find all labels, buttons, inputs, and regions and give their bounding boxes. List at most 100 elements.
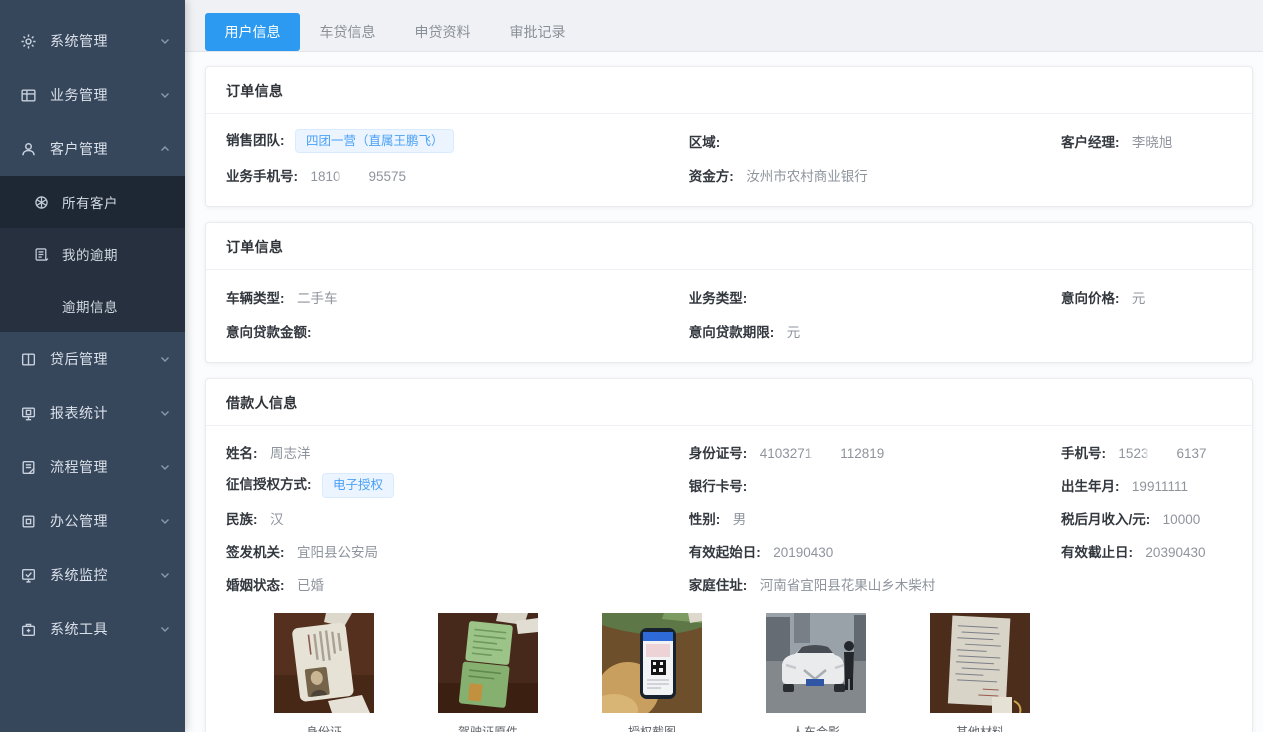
tab-car-loan-info[interactable]: 车贷信息 (300, 13, 395, 51)
sidebar-item-label: 系统监控 (50, 565, 159, 585)
card-title: 订单信息 (206, 67, 1252, 114)
clipboard-edit-icon (20, 459, 37, 476)
redaction-blur (813, 446, 839, 460)
field-name: 姓名: 周志洋 (226, 442, 689, 463)
field-valid-to: 有效截止日: 20390430 (1061, 541, 1232, 562)
peoples-icon (34, 195, 49, 210)
field-monthly-income: 税后月收入/元: 10000 (1061, 508, 1232, 529)
chevron-down-icon (159, 35, 171, 47)
field-business-phone: 业务手机号: 181095575 (226, 165, 689, 186)
id-card-photo-thumbnail[interactable] (274, 613, 374, 713)
sidebar-item-office-mgmt[interactable]: 办公管理 (0, 494, 185, 548)
card-title: 订单信息 (206, 223, 1252, 270)
sidebar-submenu-customer: 所有客户 我的逾期 逾期信息 (0, 176, 185, 332)
sidebar-item-report-stats[interactable]: 报表统计 (0, 386, 185, 440)
table-icon (20, 87, 37, 104)
sidebar-item-label: 客户管理 (50, 139, 159, 159)
photo-handwritten-document[interactable]: 其他材料 (930, 613, 1030, 732)
field-bank-card: 银行卡号: (689, 475, 1061, 496)
sidebar-item-label: 系统工具 (50, 619, 159, 639)
photo-caption: 身份证 (274, 723, 374, 732)
borrower-info-card: 借款人信息 姓名: 周志洋 身份证号: 4103271112819 手机号: 1… (205, 378, 1253, 732)
sidebar-item-system-tools[interactable]: 系统工具 (0, 602, 185, 656)
chevron-down-icon (159, 569, 171, 581)
field-region: 区域: (689, 131, 1061, 152)
field-birth-date: 出生年月: 19911111 (1061, 475, 1232, 496)
chevron-up-icon (159, 143, 171, 155)
photo-caption: 人车合影 (766, 723, 866, 732)
sidebar-item-business-mgmt[interactable]: 业务管理 (0, 68, 185, 122)
field-business-type: 业务类型: (689, 287, 1061, 308)
photo-id-card[interactable]: 身份证 (274, 613, 374, 732)
card-title: 借款人信息 (206, 379, 1252, 426)
main-area: 用户信息 车贷信息 申贷资料 审批记录 订单信息 销售团队: 四团一营（直属王鹏… (185, 0, 1263, 732)
book-icon (20, 351, 37, 368)
chevron-down-icon (159, 623, 171, 635)
sidebar-item-label: 办公管理 (50, 511, 159, 531)
field-marital-status: 婚姻状态: 已婚 (226, 574, 689, 595)
photo-caption: 其他材料 (930, 723, 1030, 732)
sidebar-item-system-mgmt[interactable]: 系统管理 (0, 14, 185, 68)
order-info-card-2: 订单信息 车辆类型: 二手车 业务类型: 意向价格: 元 (205, 222, 1253, 363)
sidebar-item-label: 所有客户 (62, 192, 171, 212)
monitor-icon (20, 405, 37, 422)
sidebar-item-label: 逾期信息 (62, 296, 171, 316)
content-scroll-area[interactable]: 订单信息 销售团队: 四团一营（直属王鹏飞） 区域: 客户经理: 李晓旭 (185, 52, 1263, 732)
photo-drivers-license[interactable]: 驾驶证原件 (438, 613, 538, 732)
field-sales-team: 销售团队: 四团一营（直属王鹏飞） (226, 129, 689, 153)
sales-team-tag: 四团一营（直属王鹏飞） (295, 129, 455, 153)
field-valid-from: 有效起始日: 20190430 (689, 541, 1061, 562)
tab-approval-records[interactable]: 审批记录 (490, 13, 585, 51)
field-gender: 性别: 男 (689, 508, 1061, 529)
sidebar-item-label: 系统管理 (50, 31, 159, 51)
office-grid-icon (20, 513, 37, 530)
sidebar-item-all-customers[interactable]: 所有客户 (0, 176, 185, 228)
monitor-check-icon (20, 567, 37, 584)
photo-caption: 驾驶证原件 (438, 723, 538, 732)
sidebar-item-overdue-info[interactable]: 逾期信息 (0, 280, 185, 332)
gear-icon (20, 33, 37, 50)
order-info-card-1: 订单信息 销售团队: 四团一营（直属王鹏飞） 区域: 客户经理: 李晓旭 (205, 66, 1253, 207)
field-intent-loan-term: 意向贷款期限: 元 (689, 321, 1061, 342)
sidebar: 系统管理 业务管理 客户管理 所有客户 (0, 0, 185, 732)
field-home-address: 家庭住址: 河南省宜阳县花果山乡木柴村 (689, 574, 1061, 595)
chevron-down-icon (159, 461, 171, 473)
sidebar-item-label: 报表统计 (50, 403, 159, 423)
field-vehicle-type: 车辆类型: 二手车 (226, 287, 689, 308)
field-intent-loan-amount: 意向贷款金额: (226, 321, 689, 342)
sidebar-item-label: 业务管理 (50, 85, 159, 105)
photo-person-with-car[interactable]: 人车合影 (766, 613, 866, 732)
document-photo-thumbnail[interactable] (930, 613, 1030, 713)
sidebar-item-process-mgmt[interactable]: 流程管理 (0, 440, 185, 494)
sidebar-item-customer-mgmt[interactable]: 客户管理 (0, 122, 185, 176)
chevron-down-icon (159, 407, 171, 419)
sidebar-item-postloan-mgmt[interactable]: 贷后管理 (0, 332, 185, 386)
document-icon (34, 247, 49, 262)
photo-caption: 授权截图 (602, 723, 702, 732)
tab-bar: 用户信息 车贷信息 申贷资料 审批记录 (185, 0, 1263, 52)
auth-screenshot-photo-thumbnail[interactable] (602, 613, 702, 713)
sidebar-item-label: 贷后管理 (50, 349, 159, 369)
tab-user-info[interactable]: 用户信息 (205, 13, 300, 51)
sidebar-item-label: 流程管理 (50, 457, 159, 477)
field-ethnicity: 民族: 汉 (226, 508, 689, 529)
toolbox-icon (20, 621, 37, 638)
field-id-number: 身份证号: 4103271112819 (689, 442, 1061, 463)
drivers-license-photo-thumbnail[interactable] (438, 613, 538, 713)
credit-auth-tag: 电子授权 (322, 473, 394, 497)
sidebar-item-my-overdue[interactable]: 我的逾期 (0, 228, 185, 280)
chevron-down-icon (159, 89, 171, 101)
field-funder: 资金方: 汝州市农村商业银行 (689, 165, 1061, 186)
tab-loan-application-docs[interactable]: 申贷资料 (395, 13, 490, 51)
field-credit-auth-method: 征信授权方式: 电子授权 (226, 473, 689, 497)
redaction-blur (342, 169, 368, 183)
sidebar-item-system-monitor[interactable]: 系统监控 (0, 548, 185, 602)
user-icon (20, 141, 37, 158)
chevron-down-icon (159, 353, 171, 365)
field-issuing-authority: 签发机关: 宜阳县公安局 (226, 541, 689, 562)
field-mobile: 手机号: 15236137 (1061, 442, 1232, 463)
sidebar-item-label: 我的逾期 (62, 244, 171, 264)
photo-auth-screenshot[interactable]: 授权截图 (602, 613, 702, 732)
person-car-photo-thumbnail[interactable] (766, 613, 866, 713)
field-account-manager: 客户经理: 李晓旭 (1061, 131, 1232, 152)
